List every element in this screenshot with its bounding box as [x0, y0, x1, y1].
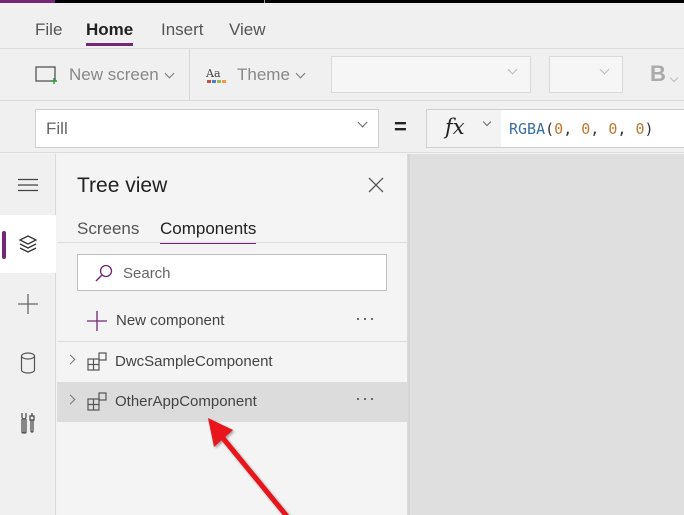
property-select[interactable]: Fill — [35, 109, 379, 148]
rail-insert-button[interactable] — [0, 275, 56, 333]
plus-icon — [18, 294, 38, 314]
menu-tab-file[interactable]: File — [35, 20, 62, 40]
new-component-label: New component — [116, 312, 225, 329]
tree-item-label: DwcSampleComponent — [115, 353, 273, 370]
equals-sign: = — [394, 114, 407, 139]
new-screen-icon — [35, 66, 57, 84]
theme-label: Theme — [237, 65, 290, 84]
layers-icon — [18, 235, 38, 253]
new-screen-label: New screen — [69, 65, 159, 84]
close-icon — [368, 177, 384, 193]
hamburger-menu-icon — [18, 178, 38, 192]
menu-tab-insert[interactable]: Insert — [161, 20, 204, 40]
database-icon — [20, 352, 36, 374]
menu-bar: File Home Insert View — [0, 3, 684, 48]
formula-sep: , — [563, 120, 582, 138]
tabs-divider — [57, 242, 408, 243]
chevron-down-icon — [164, 68, 175, 78]
plus-icon — [87, 311, 107, 331]
search-icon — [95, 264, 113, 282]
formula-function: RGBA — [509, 120, 546, 138]
rail-data-button[interactable] — [0, 334, 56, 392]
tab-components[interactable]: Components — [160, 219, 257, 244]
formula-sep: , — [617, 120, 636, 138]
chevron-down-icon — [482, 117, 492, 127]
search-placeholder: Search — [123, 265, 171, 282]
svg-text:Aa: Aa — [205, 67, 221, 80]
tree-item-dwcsamplecomponent[interactable]: DwcSampleComponent — [57, 342, 408, 382]
chevron-down-icon — [507, 64, 518, 75]
search-input[interactable]: Search — [77, 254, 387, 291]
chevron-right-icon[interactable] — [65, 394, 76, 405]
close-button[interactable] — [365, 174, 387, 196]
chevron-down-icon — [357, 117, 368, 128]
design-canvas[interactable] — [408, 154, 684, 515]
formula-arg: 0 — [581, 120, 591, 138]
formula-input[interactable]: RGBA(0, 0, 0, 0) — [501, 109, 684, 148]
more-options-button[interactable]: ··· — [355, 308, 376, 329]
fx-icon: fx — [445, 115, 465, 139]
tree-item-otherappcomponent[interactable]: OtherAppComponent ··· — [57, 382, 408, 422]
bold-button[interactable]: B — [650, 61, 679, 87]
font-family-select[interactable] — [331, 56, 531, 93]
font-size-select[interactable] — [549, 56, 623, 93]
rail-menu-button[interactable] — [0, 156, 56, 214]
rail-tools-button[interactable] — [0, 394, 56, 452]
panel-title: Tree view — [77, 174, 168, 197]
formula-paren: ) — [644, 120, 654, 138]
ribbon: New screen Aa Theme B — [0, 48, 684, 101]
tab-screens[interactable]: Screens — [77, 219, 139, 239]
tools-icon — [21, 413, 35, 434]
power-apps-studio: File Home Insert View New screen Aa Them… — [0, 0, 684, 515]
left-rail — [0, 154, 56, 515]
component-icon — [87, 392, 107, 411]
rail-tree-view-button[interactable] — [0, 215, 56, 273]
component-icon — [87, 352, 107, 371]
formula-bar: Fill = fx RGBA(0, 0, 0, 0) — [0, 100, 684, 153]
new-component-button[interactable]: New component ··· — [57, 302, 408, 340]
theme-button[interactable]: Aa Theme — [205, 63, 306, 87]
menu-tab-view[interactable]: View — [229, 20, 266, 40]
chevron-down-icon — [295, 68, 306, 78]
formula-paren: ( — [545, 120, 555, 138]
tree-view-panel: Tree view Screens Components Search New … — [57, 154, 408, 515]
chevron-down-icon — [669, 73, 679, 83]
formula-sep: , — [590, 120, 609, 138]
formula-arg: 0 — [554, 120, 564, 138]
new-screen-button[interactable]: New screen — [35, 63, 175, 87]
property-value: Fill — [46, 119, 68, 138]
ribbon-divider — [189, 49, 190, 101]
menu-tab-home[interactable]: Home — [86, 20, 134, 46]
theme-icon: Aa — [205, 67, 226, 83]
chevron-down-icon — [599, 64, 610, 75]
tree-item-label: OtherAppComponent — [115, 393, 257, 410]
bold-label: B — [650, 61, 666, 86]
chevron-right-icon[interactable] — [65, 354, 76, 365]
more-options-button[interactable]: ··· — [355, 388, 376, 409]
fx-button[interactable]: fx — [426, 109, 502, 148]
